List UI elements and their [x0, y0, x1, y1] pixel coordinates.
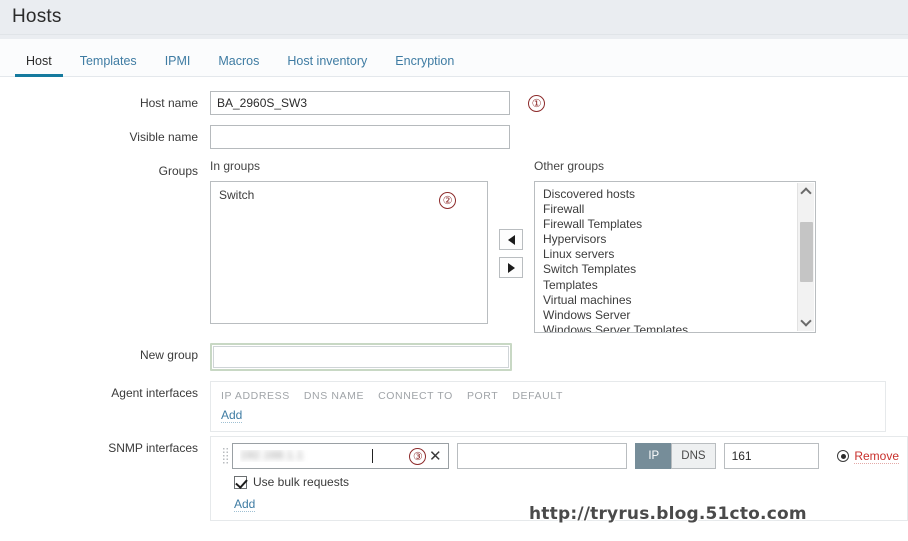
connect-to-ip-option[interactable]: IP: [635, 443, 672, 469]
visible-name-label: Visible name: [129, 130, 198, 144]
new-group-row: New group: [0, 343, 908, 371]
agent-interfaces-row: Agent interfaces IP ADDRESS DNS NAME CON…: [0, 381, 908, 432]
host-name-row: Host name ①: [0, 91, 908, 115]
bulk-requests-row: Use bulk requests: [234, 475, 899, 489]
new-group-field-wrapper: [210, 343, 512, 371]
scrollbar-thumb[interactable]: [799, 222, 813, 282]
tab-host[interactable]: Host: [12, 54, 66, 77]
host-name-label: Host name: [139, 96, 198, 110]
other-groups-scrollbar[interactable]: [797, 183, 814, 331]
new-group-input[interactable]: [213, 346, 509, 368]
snmp-interfaces-add-link[interactable]: Add: [234, 497, 256, 512]
host-name-input[interactable]: [210, 91, 510, 115]
list-item[interactable]: Switch: [219, 188, 479, 203]
in-groups-listbox[interactable]: Switch ②: [210, 181, 488, 324]
snmp-interfaces-row: SNMP interfaces 192.168.1.1 ③ ✕ IP DNS 1…: [0, 436, 908, 521]
snmp-port-field[interactable]: 161: [723, 443, 820, 469]
new-group-label: New group: [139, 348, 198, 362]
agent-interfaces-box: IP ADDRESS DNS NAME CONNECT TO PORT DEFA…: [210, 381, 886, 432]
list-item[interactable]: Templates: [543, 278, 815, 293]
annotation-marker-1: ①: [528, 95, 545, 112]
drag-dots: [222, 447, 229, 465]
column-dns-name: DNS NAME: [303, 390, 365, 402]
other-groups-column: Other groups Discovered hosts Firewall F…: [534, 159, 816, 333]
snmp-default-group: Remove: [837, 449, 899, 464]
page-header: Hosts: [0, 0, 908, 35]
close-icon[interactable]: ✕: [426, 447, 444, 465]
list-item[interactable]: Switch Templates: [543, 262, 815, 277]
connect-to-dns-option[interactable]: DNS: [671, 443, 716, 469]
snmp-ip-value-redacted: 192.168.1.1: [240, 450, 370, 462]
agent-interfaces-header: IP ADDRESS DNS NAME CONNECT TO PORT DEFA…: [221, 390, 875, 402]
agent-interfaces-add-link[interactable]: Add: [221, 408, 243, 423]
tabstrip-wrapper: Host Templates IPMI Macros Host inventor…: [0, 35, 908, 77]
other-groups-listbox[interactable]: Discovered hosts Firewall Firewall Templ…: [534, 181, 816, 333]
in-groups-column: In groups Switch ②: [210, 159, 488, 324]
use-bulk-requests-checkbox[interactable]: [234, 475, 247, 489]
tab-ipmi[interactable]: IPMI: [151, 54, 205, 77]
list-item[interactable]: Windows Server: [543, 308, 815, 323]
visible-name-input[interactable]: [210, 125, 510, 149]
host-form: Host name ① Visible name Groups In group…: [0, 77, 908, 521]
connect-to-toggle: IP DNS: [635, 443, 716, 469]
annotation-marker-3: ③: [409, 447, 427, 465]
other-groups-caption: Other groups: [534, 159, 605, 173]
triangle-right-icon: [507, 262, 515, 273]
column-ip-address: IP ADDRESS: [221, 390, 290, 402]
group-transfer-buttons: [488, 159, 534, 278]
visible-name-row: Visible name: [0, 125, 908, 149]
column-port: PORT: [466, 390, 499, 402]
move-left-button[interactable]: [499, 229, 523, 250]
text-caret: [372, 449, 374, 463]
tab-templates[interactable]: Templates: [66, 54, 151, 77]
snmp-dns-input[interactable]: [457, 443, 628, 469]
tab-macros[interactable]: Macros: [204, 54, 273, 77]
list-item[interactable]: Firewall: [543, 202, 815, 217]
page-title: Hosts: [12, 6, 62, 27]
move-right-button[interactable]: [499, 257, 523, 278]
list-item[interactable]: Linux servers: [543, 247, 815, 262]
in-groups-caption: In groups: [210, 159, 261, 173]
drag-handle-icon[interactable]: [219, 443, 232, 469]
tabstrip: Host Templates IPMI Macros Host inventor…: [0, 39, 908, 77]
snmp-ip-value: 192.168.1.1: [240, 450, 304, 462]
list-item[interactable]: Firewall Templates: [543, 217, 815, 232]
column-connect-to: CONNECT TO: [378, 390, 453, 402]
snmp-interfaces-label: SNMP interfaces: [108, 441, 198, 455]
scrollbar-track[interactable]: [798, 200, 815, 314]
remove-link[interactable]: Remove: [854, 449, 899, 464]
tab-host-inventory[interactable]: Host inventory: [273, 54, 381, 77]
chevron-down-icon: [800, 315, 812, 327]
scroll-up-button[interactable]: [798, 183, 815, 200]
groups-row: Groups In groups Switch ② Other groups D…: [0, 159, 908, 333]
column-default: DEFAULT: [512, 390, 564, 402]
default-radio[interactable]: [837, 450, 850, 462]
list-item[interactable]: Virtual machines: [543, 293, 815, 308]
snmp-interface-entry: 192.168.1.1 ③ ✕ IP DNS 161 Remove: [219, 443, 899, 469]
snmp-ip-field[interactable]: 192.168.1.1 ③ ✕: [232, 443, 450, 469]
scroll-down-button[interactable]: [798, 314, 815, 331]
agent-interfaces-label: Agent interfaces: [111, 386, 198, 400]
list-item[interactable]: Windows Server Templates: [543, 323, 815, 332]
tab-encryption[interactable]: Encryption: [381, 54, 468, 77]
snmp-interfaces-box: 192.168.1.1 ③ ✕ IP DNS 161 Remove Use bu…: [210, 436, 908, 521]
groups-label: Groups: [158, 164, 198, 178]
list-item[interactable]: Discovered hosts: [543, 187, 815, 202]
list-item[interactable]: Hypervisors: [543, 232, 815, 247]
use-bulk-requests-label: Use bulk requests: [253, 475, 350, 489]
triangle-left-icon: [507, 234, 515, 245]
chevron-up-icon: [800, 187, 812, 199]
